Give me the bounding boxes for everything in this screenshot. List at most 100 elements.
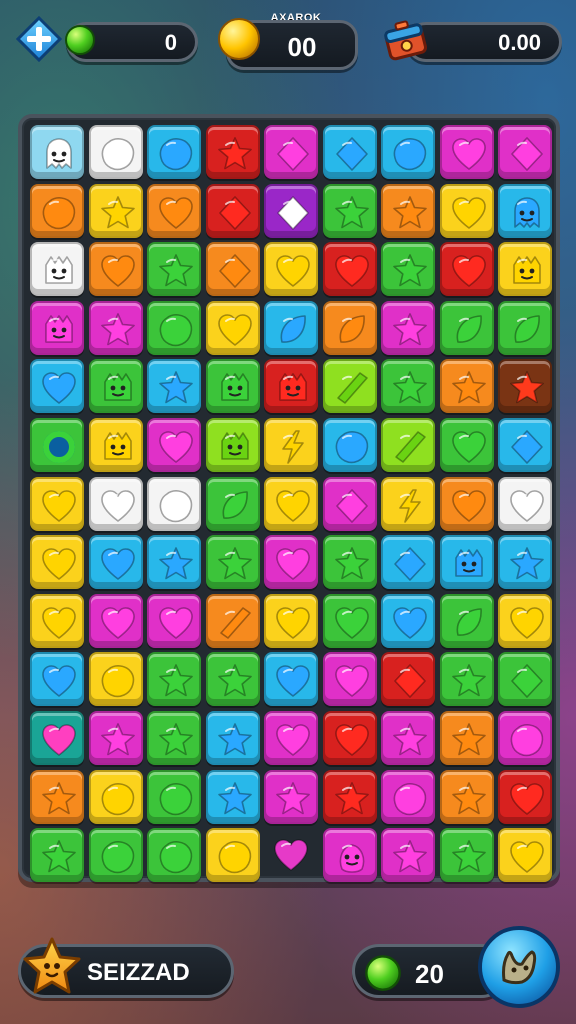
board-tile[interactable] xyxy=(30,535,84,590)
board-tile[interactable] xyxy=(381,125,435,179)
board-tile[interactable] xyxy=(205,535,260,590)
board-tile[interactable] xyxy=(88,652,143,707)
board-tile[interactable] xyxy=(30,652,84,707)
board-tile[interactable] xyxy=(264,183,318,238)
board-tile[interactable] xyxy=(439,711,494,765)
board-tile[interactable] xyxy=(88,593,143,648)
board-tile[interactable] xyxy=(205,769,260,824)
board-tile[interactable] xyxy=(498,476,552,531)
board-tile[interactable] xyxy=(264,535,318,590)
board-tile[interactable] xyxy=(381,652,435,707)
board-tile[interactable] xyxy=(439,359,494,414)
board-tile[interactable] xyxy=(322,593,377,648)
board-tile[interactable] xyxy=(322,828,377,883)
board-tile[interactable] xyxy=(322,418,377,472)
board-tile[interactable] xyxy=(205,652,260,707)
board-tile[interactable] xyxy=(205,359,260,414)
creature-button[interactable] xyxy=(476,924,562,1010)
board-tile[interactable] xyxy=(439,593,494,648)
board-tile[interactable] xyxy=(439,418,494,472)
board-tile[interactable] xyxy=(381,242,435,297)
board-tile[interactable] xyxy=(264,828,318,882)
board-tile[interactable] xyxy=(30,711,84,765)
board-tile[interactable] xyxy=(264,125,318,179)
board-tile[interactable] xyxy=(30,242,84,297)
board-tile[interactable] xyxy=(147,125,201,179)
board-tile[interactable] xyxy=(439,476,494,531)
board-tile[interactable] xyxy=(30,828,84,883)
board-tile[interactable] xyxy=(498,183,552,238)
board-tile[interactable] xyxy=(322,300,377,355)
board-tile[interactable] xyxy=(147,652,201,707)
board-tile[interactable] xyxy=(147,359,201,414)
board-tile[interactable] xyxy=(498,418,552,472)
board-tile[interactable] xyxy=(264,711,318,765)
board-tile[interactable] xyxy=(439,535,494,590)
board-tile[interactable] xyxy=(147,300,201,355)
board-tile[interactable] xyxy=(439,769,494,824)
board-tile[interactable] xyxy=(439,125,494,179)
board-tile[interactable] xyxy=(381,418,435,472)
board-tile[interactable] xyxy=(147,593,201,648)
board-tile[interactable] xyxy=(381,535,435,590)
board-tile[interactable] xyxy=(498,359,552,414)
board-tile[interactable] xyxy=(205,711,260,765)
board-tile[interactable] xyxy=(381,300,435,355)
plus-button[interactable] xyxy=(16,16,62,62)
board-tile[interactable] xyxy=(88,125,143,179)
board-tile[interactable] xyxy=(264,242,318,297)
board-tile[interactable] xyxy=(147,711,201,765)
board-tile[interactable] xyxy=(30,300,84,355)
board-tile[interactable] xyxy=(439,242,494,297)
board-tile[interactable] xyxy=(498,769,552,824)
board-tile[interactable] xyxy=(322,359,377,414)
board-tile[interactable] xyxy=(205,593,260,648)
board-tile[interactable] xyxy=(322,652,377,707)
board-tile[interactable] xyxy=(30,125,84,179)
board-tile[interactable] xyxy=(88,828,143,883)
board-tile[interactable] xyxy=(381,183,435,238)
board-tile[interactable] xyxy=(205,828,260,883)
board-tile[interactable] xyxy=(498,535,552,590)
board-tile[interactable] xyxy=(88,476,143,531)
board-tile[interactable] xyxy=(498,593,552,648)
board-tile[interactable] xyxy=(264,476,318,531)
board-tile[interactable] xyxy=(205,183,260,238)
board-tile[interactable] xyxy=(88,300,143,355)
board-tile[interactable] xyxy=(205,476,260,531)
board-tile[interactable] xyxy=(88,535,143,590)
board-tile[interactable] xyxy=(381,593,435,648)
board-tile[interactable] xyxy=(147,535,201,590)
board-tile[interactable] xyxy=(264,652,318,707)
board-tile[interactable] xyxy=(264,769,318,824)
board-tile[interactable] xyxy=(30,593,84,648)
board-tile[interactable] xyxy=(381,359,435,414)
board-tile[interactable] xyxy=(264,418,318,472)
board-tile[interactable] xyxy=(88,711,143,765)
board-tile[interactable] xyxy=(498,300,552,355)
board-tile[interactable] xyxy=(381,476,435,531)
board-tile[interactable] xyxy=(30,359,84,414)
board-tile[interactable] xyxy=(498,711,552,765)
board-tile[interactable] xyxy=(147,242,201,297)
board-tile[interactable] xyxy=(30,183,84,238)
board-tile[interactable] xyxy=(30,418,84,472)
board-tile[interactable] xyxy=(30,476,84,531)
board-tile[interactable] xyxy=(498,125,552,179)
board-tile[interactable] xyxy=(381,711,435,765)
board-tile[interactable] xyxy=(264,359,318,414)
board-tile[interactable] xyxy=(88,769,143,824)
board-tile[interactable] xyxy=(147,418,201,472)
board-tile[interactable] xyxy=(88,418,143,472)
board-tile[interactable] xyxy=(498,828,552,883)
board-tile[interactable] xyxy=(498,652,552,707)
board-tile[interactable] xyxy=(322,125,377,179)
board-tile[interactable] xyxy=(381,769,435,824)
board-tile[interactable] xyxy=(30,769,84,824)
board-tile[interactable] xyxy=(205,242,260,297)
board-tile[interactable] xyxy=(322,476,377,531)
board-tile[interactable] xyxy=(322,711,377,765)
board-tile[interactable] xyxy=(88,183,143,238)
board-tile[interactable] xyxy=(322,183,377,238)
board-tile[interactable] xyxy=(205,125,260,179)
